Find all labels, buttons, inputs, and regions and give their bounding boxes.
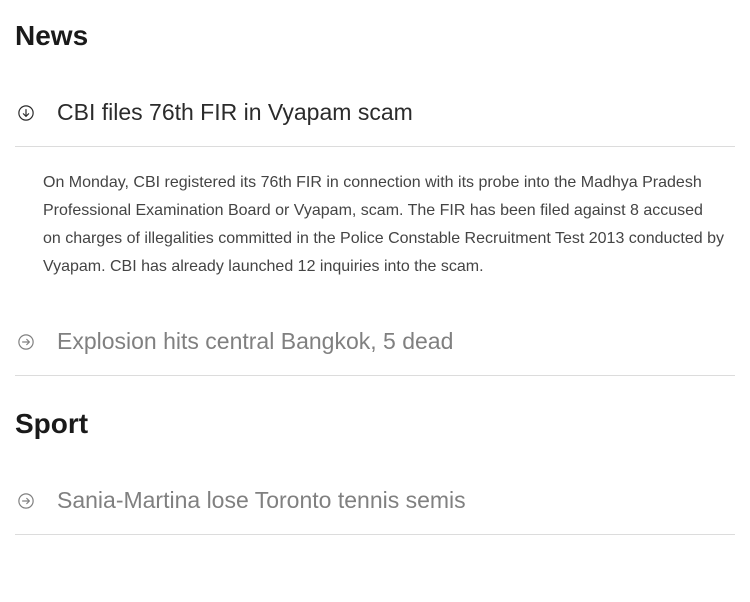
arrow-right-circle-icon — [17, 333, 35, 351]
accordion-header-sania-martina[interactable]: Sania-Martina lose Toronto tennis semis — [15, 468, 735, 534]
accordion-header-cbi-vyapam[interactable]: CBI files 76th FIR in Vyapam scam — [15, 80, 735, 146]
arrow-down-circle-icon — [17, 104, 35, 122]
sport-section: Sport Sania-Martina lose Toronto tennis … — [15, 408, 735, 535]
accordion-item: Explosion hits central Bangkok, 5 dead — [15, 309, 735, 376]
accordion-item: CBI files 76th FIR in Vyapam scam — [15, 80, 735, 147]
accordion-title: CBI files 76th FIR in Vyapam scam — [57, 98, 413, 128]
accordion-title: Sania-Martina lose Toronto tennis semis — [57, 486, 466, 516]
accordion-content: On Monday, CBI registered its 76th FIR i… — [15, 147, 735, 309]
arrow-right-circle-icon — [17, 492, 35, 510]
accordion-header-bangkok-explosion[interactable]: Explosion hits central Bangkok, 5 dead — [15, 309, 735, 375]
news-section: News CBI files 76th FIR in Vyapam scam O… — [15, 20, 735, 376]
news-section-title: News — [15, 20, 735, 52]
accordion-item: Sania-Martina lose Toronto tennis semis — [15, 468, 735, 535]
sport-section-title: Sport — [15, 408, 735, 440]
accordion-title: Explosion hits central Bangkok, 5 dead — [57, 327, 453, 357]
